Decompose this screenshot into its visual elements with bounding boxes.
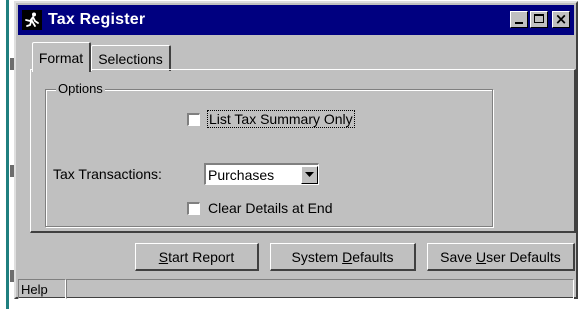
status-help-pane: Help [18, 279, 66, 299]
minimize-icon [515, 22, 523, 24]
save-user-defaults-label: Save User Defaults [440, 248, 561, 265]
start-report-button[interactable]: Start Report [135, 243, 259, 271]
options-groupbox: Options List Tax Summary Only Tax Transa… [45, 81, 493, 227]
chevron-down-icon [305, 172, 314, 177]
status-help-text: Help [21, 281, 48, 297]
options-group-label: Options [56, 81, 105, 96]
save-user-defaults-button[interactable]: Save User Defaults [427, 243, 575, 271]
background-strip [0, 0, 14, 309]
status-message-pane [66, 279, 574, 299]
list-summary-label: List Tax Summary Only [207, 110, 355, 128]
tab-format-label: Format [38, 49, 84, 66]
clear-details-checkbox[interactable] [187, 201, 200, 215]
status-bar: Help [18, 279, 574, 299]
tab-selections-label: Selections [98, 50, 163, 67]
tax-transactions-select[interactable]: Purchases [204, 163, 319, 185]
title-bar[interactable]: Tax Register × [18, 5, 574, 35]
tab-selections[interactable]: Selections [91, 45, 171, 71]
window-controls: × [510, 10, 570, 28]
format-tab-panel: Options List Tax Summary Only Tax Transa… [30, 69, 576, 233]
tax-transactions-value: Purchases [208, 166, 275, 183]
maximize-icon [534, 14, 544, 23]
system-defaults-label: System Defaults [291, 248, 394, 265]
close-button[interactable]: × [552, 10, 570, 28]
list-summary-checkbox[interactable] [187, 112, 200, 126]
tax-register-window: Tax Register × Format Selections Options [14, 1, 578, 299]
window-title: Tax Register [48, 11, 146, 28]
system-defaults-button[interactable]: System Defaults [270, 243, 416, 271]
running-man-icon[interactable] [22, 10, 42, 30]
minimize-button[interactable] [510, 11, 528, 28]
list-summary-option[interactable]: List Tax Summary Only [187, 110, 355, 128]
close-icon: × [554, 10, 568, 28]
clear-details-option[interactable]: Clear Details at End [187, 200, 333, 216]
start-report-label: Start Report [158, 248, 235, 265]
clear-details-label: Clear Details at End [208, 200, 333, 216]
tax-transactions-label: Tax Transactions: [53, 166, 162, 182]
maximize-button[interactable] [530, 11, 548, 28]
desktop-edge [6, 0, 9, 309]
dropdown-button[interactable] [301, 165, 318, 184]
screen: Tax Register × Format Selections Options [0, 0, 578, 309]
tab-format[interactable]: Format [32, 42, 91, 72]
